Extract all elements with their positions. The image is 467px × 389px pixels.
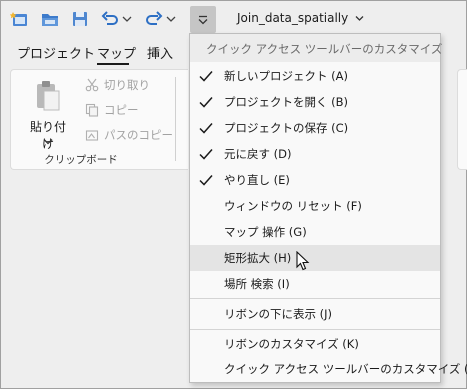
customize-chevron-icon: [198, 15, 208, 24]
paste-button[interactable]: 貼り付け: [25, 78, 71, 151]
menu-item-label: リボンの下に表示 (J): [224, 307, 333, 321]
clipboard-group-label: クリップボード: [44, 154, 118, 166]
tab-map[interactable]: マップ: [97, 43, 136, 62]
menu-separator: [190, 329, 440, 330]
open-folder-icon: [42, 14, 58, 26]
menu-item-undo[interactable]: 元に戻す (D): [190, 141, 440, 167]
copy-button[interactable]: コピー: [85, 101, 139, 119]
ribbon-panel-right: [457, 69, 467, 170]
menu-item-label: 矩形拡大 (H): [224, 251, 292, 265]
application-window: Join_data_spatially プロジェクト マップ 挿入 貼り付け 切…: [0, 0, 467, 389]
redo-button[interactable]: [143, 9, 165, 29]
menu-item-label: プロジェクトの保存 (C): [224, 121, 349, 135]
paste-icon: [37, 81, 60, 111]
undo-icon: [101, 11, 118, 25]
menu-item-reset-window[interactable]: ウィンドウの リセット (F): [190, 193, 440, 219]
menu-item-open-project[interactable]: プロジェクトを開く (B): [190, 89, 440, 115]
menu-item-save-project[interactable]: プロジェクトの保存 (C): [190, 115, 440, 141]
copy-icon: [85, 103, 99, 117]
project-title[interactable]: Join_data_spatially: [237, 11, 364, 25]
menu-item-rectangle-zoom[interactable]: 矩形拡大 (H): [190, 245, 440, 271]
menu-item-new-project[interactable]: 新しいプロジェクト (A): [190, 63, 440, 89]
ribbon-panel: 貼り付け 切り取り コピー パスのコピー クリップボード: [10, 69, 188, 170]
redo-icon: [146, 11, 163, 25]
ribbon-tabs: プロジェクト マップ 挿入: [1, 38, 201, 66]
customize-qat-menu: クイック アクセス ツールバーのカスタマイズ 新しいプロジェクト (A) プロジ…: [189, 33, 467, 383]
cut-button[interactable]: 切り取り: [85, 76, 150, 94]
copy-path-button[interactable]: パスのコピー: [85, 126, 173, 144]
menu-item-label: マップ 操作 (G): [224, 225, 307, 239]
customize-qat-button[interactable]: [190, 6, 216, 33]
ribbon-right-edge: [457, 38, 467, 188]
menu-item-label: プロジェクトを開く (B): [224, 95, 349, 109]
paste-label: 貼り付け: [29, 120, 66, 151]
mouse-cursor-icon: [296, 251, 310, 271]
copy-path-label: パスのコピー: [104, 128, 173, 142]
menu-item-redo[interactable]: やり直し (E): [190, 167, 440, 193]
save-icon: [73, 12, 87, 26]
menu-header: クイック アクセス ツールバーのカスタマイズ: [190, 34, 442, 62]
check-icon: [199, 123, 213, 134]
menu-item-label: 新しいプロジェクト (A): [224, 69, 348, 83]
menu-item-customize-qat[interactable]: クイック アクセス ツールバーのカスタマイズ (L): [190, 356, 467, 382]
save-project-button[interactable]: [69, 9, 91, 29]
menu-separator: [190, 298, 440, 299]
check-icon: [199, 71, 213, 82]
redo-dropdown[interactable]: [165, 9, 177, 29]
new-project-icon: [10, 12, 27, 26]
chevron-down-icon: [122, 16, 132, 22]
check-icon: [199, 97, 213, 108]
active-tab-indicator: [97, 63, 129, 65]
menu-item-label: ウィンドウの リセット (F): [224, 199, 362, 213]
cut-label: 切り取り: [104, 78, 150, 92]
project-title-text: Join_data_spatially: [237, 11, 349, 25]
new-project-button[interactable]: [9, 9, 31, 29]
check-icon: [199, 175, 213, 186]
check-icon: [199, 149, 213, 160]
menu-item-customize-ribbon[interactable]: リボンのカスタマイズ (K): [190, 331, 440, 357]
tab-project[interactable]: プロジェクト: [17, 43, 95, 62]
undo-dropdown[interactable]: [121, 9, 133, 29]
ribbon-group-divider: [175, 77, 176, 161]
tab-insert[interactable]: 挿入: [147, 43, 173, 62]
open-project-button[interactable]: [39, 9, 61, 29]
menu-item-show-below-ribbon[interactable]: リボンの下に表示 (J): [190, 301, 440, 327]
menu-item-map-operation[interactable]: マップ 操作 (G): [190, 219, 440, 245]
menu-item-label: 元に戻す (D): [224, 147, 292, 161]
copy-path-icon: [85, 130, 99, 141]
chevron-down-icon: [166, 16, 176, 22]
chevron-down-icon: [355, 16, 364, 21]
menu-item-label: やり直し (E): [224, 173, 290, 187]
menu-item-locate[interactable]: 場所 検索 (I): [190, 271, 440, 297]
copy-label: コピー: [104, 103, 139, 117]
menu-item-label: クイック アクセス ツールバーのカスタマイズ (L): [224, 362, 467, 376]
menu-item-label: リボンのカスタマイズ (K): [224, 337, 359, 351]
menu-item-label: 場所 検索 (I): [224, 277, 290, 291]
chevron-down-icon: [43, 139, 53, 145]
scissors-icon: [85, 78, 99, 92]
undo-button[interactable]: [99, 9, 121, 29]
